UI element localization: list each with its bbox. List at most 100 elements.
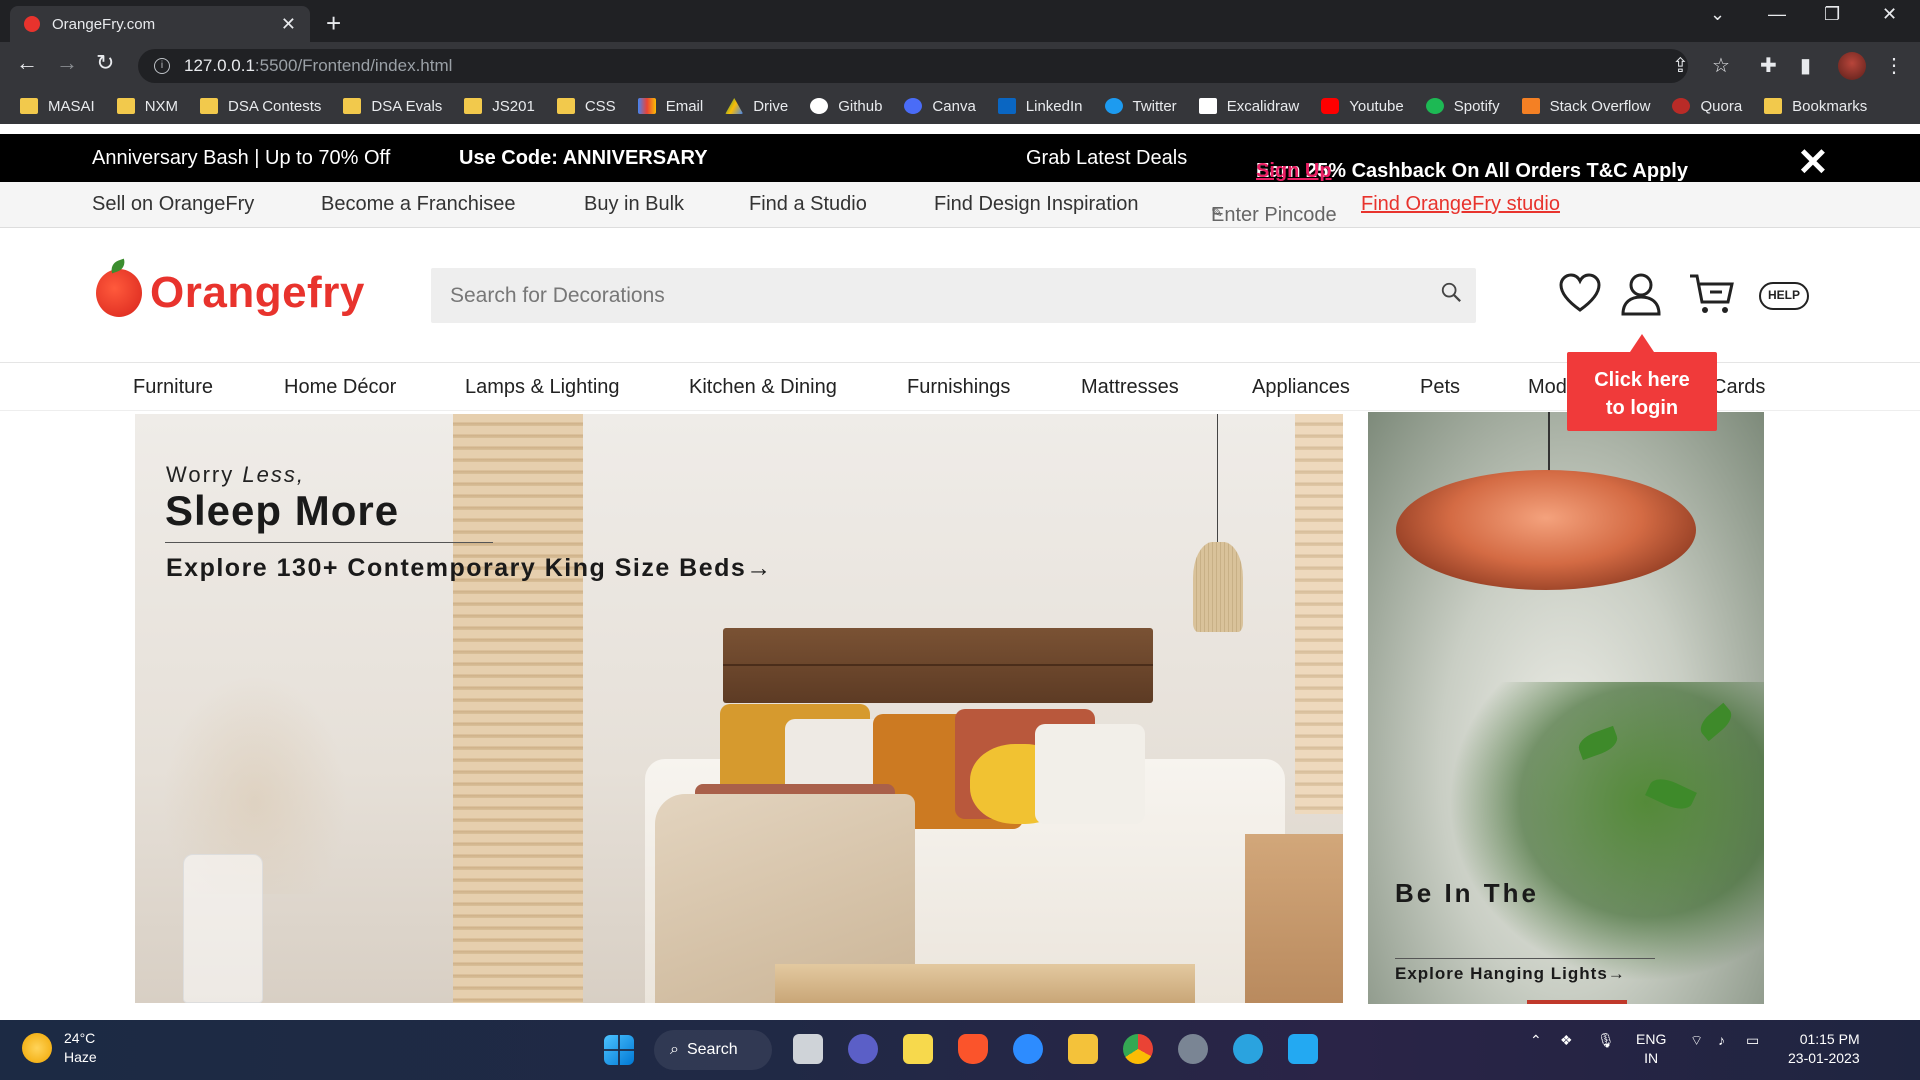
- bookmark-spotify[interactable]: Spotify: [1425, 98, 1500, 115]
- promo-strip: Anniversary Bash | Up to 70% Off Use Cod…: [0, 134, 1920, 185]
- task-view-icon[interactable]: [793, 1034, 823, 1064]
- tagline-italic: Less,: [242, 462, 305, 487]
- bookmark-label: Email: [665, 97, 704, 115]
- weather-widget[interactable]: 24°C Haze: [22, 1029, 97, 1067]
- volume-icon[interactable]: ♪: [1718, 1032, 1725, 1048]
- bookmark-dsa-contests[interactable]: DSA Contests: [200, 98, 321, 115]
- profile-avatar[interactable]: [1838, 52, 1866, 80]
- restore-icon[interactable]: ❐: [1824, 4, 1840, 25]
- account-user-icon[interactable]: [1620, 272, 1662, 316]
- bookmark-canva[interactable]: Canva: [904, 98, 976, 115]
- bookmark-stack-overflow[interactable]: Stack Overflow: [1521, 98, 1650, 115]
- battery-icon[interactable]: ▭: [1746, 1032, 1759, 1049]
- brand-logo[interactable]: Orangefry: [96, 268, 365, 318]
- bookmark-email[interactable]: Email: [637, 97, 704, 115]
- forward-icon[interactable]: →: [56, 50, 78, 76]
- site-info-icon[interactable]: i: [154, 58, 170, 74]
- file-explorer-icon[interactable]: [1068, 1034, 1098, 1064]
- vscode-icon[interactable]: [1288, 1034, 1318, 1064]
- bookmark-excalidraw[interactable]: Excalidraw: [1198, 98, 1299, 115]
- sticky-notes-icon[interactable]: [903, 1034, 933, 1064]
- zoom-icon[interactable]: [1013, 1034, 1043, 1064]
- dropbox-icon[interactable]: ❖: [1560, 1032, 1573, 1049]
- category-lamps-lighting[interactable]: Lamps & Lighting: [465, 376, 620, 399]
- minimize-icon[interactable]: —: [1768, 4, 1786, 25]
- carousel-indicator: [1527, 1000, 1627, 1004]
- bookmark-dsa-evals[interactable]: DSA Evals: [343, 98, 442, 115]
- category-mod[interactable]: Mod: [1528, 376, 1567, 399]
- sell-link[interactable]: Sell on OrangeFry: [92, 193, 254, 216]
- new-tab-icon[interactable]: +: [326, 8, 341, 39]
- bookmark-bookmarks[interactable]: Bookmarks: [1764, 98, 1867, 115]
- clock-date: 23-01-2023: [1788, 1050, 1860, 1066]
- reload-icon[interactable]: ↻: [96, 50, 114, 76]
- promo-grab-deals[interactable]: Grab Latest Deals: [1026, 147, 1187, 170]
- category-home-decor[interactable]: Home Décor: [284, 376, 396, 399]
- bookmark-nxm[interactable]: NXM: [116, 98, 178, 115]
- taskbar-search-button[interactable]: ⌕ Search: [654, 1030, 772, 1070]
- back-icon[interactable]: ←: [16, 50, 38, 76]
- login-tooltip[interactable]: Click here to login: [1567, 334, 1717, 431]
- franchise-link[interactable]: Become a Franchisee: [321, 193, 516, 216]
- bookmark-js201[interactable]: JS201: [464, 98, 535, 115]
- category-mattresses[interactable]: Mattresses: [1081, 376, 1179, 399]
- find-studio-link[interactable]: Find a Studio: [749, 193, 867, 216]
- close-window-icon[interactable]: ✕: [1882, 4, 1897, 25]
- close-tab-icon[interactable]: ✕: [281, 14, 296, 35]
- windows-start-icon[interactable]: [604, 1035, 634, 1065]
- share-icon[interactable]: ⇪: [1672, 53, 1689, 78]
- bookmark-star-icon[interactable]: ☆: [1712, 53, 1730, 78]
- tray-overflow-icon[interactable]: ⌃: [1530, 1032, 1542, 1049]
- inspiration-link[interactable]: Find Design Inspiration: [934, 193, 1139, 216]
- bookmark-github[interactable]: Github: [810, 98, 882, 115]
- category-pets[interactable]: Pets: [1420, 376, 1460, 399]
- bulk-link[interactable]: Buy in Bulk: [584, 193, 684, 216]
- hanging-lights-banner[interactable]: Be In The Explore Hanging Lights→: [1368, 412, 1764, 1004]
- close-promo-icon[interactable]: ✕: [1797, 140, 1829, 185]
- language-indicator[interactable]: ENG IN: [1636, 1030, 1666, 1068]
- tab-search-icon[interactable]: ⌄: [1710, 4, 1725, 25]
- address-bar[interactable]: i 127.0.0.1:5500/Frontend/index.html: [138, 49, 1688, 83]
- cart-icon[interactable]: [1688, 272, 1736, 316]
- microphone-icon[interactable]: 🎙: [1597, 1032, 1615, 1049]
- bookmark-quora[interactable]: Quora: [1672, 98, 1742, 115]
- telegram-icon[interactable]: [1233, 1034, 1263, 1064]
- search-input[interactable]: [450, 283, 1410, 308]
- bookmark-masai[interactable]: MASAI: [20, 98, 95, 115]
- browser-tab[interactable]: OrangeFry.com ✕: [10, 6, 310, 42]
- glass-vase-image: [183, 854, 263, 1003]
- headboard-image: [723, 628, 1153, 703]
- side-panel-icon[interactable]: ▮: [1800, 53, 1811, 78]
- category-appliances[interactable]: Appliances: [1252, 376, 1350, 399]
- wishlist-heart-icon[interactable]: [1558, 272, 1602, 314]
- system-clock[interactable]: 01:15 PM 23-01-2023: [1788, 1030, 1860, 1068]
- bookmark-linkedin[interactable]: LinkedIn: [997, 98, 1083, 115]
- brave-browser-icon[interactable]: [958, 1034, 988, 1064]
- category-cards[interactable]: Cards: [1712, 376, 1765, 399]
- signup-link[interactable]: Sign Up: [1256, 160, 1332, 183]
- category-kitchen-dining[interactable]: Kitchen & Dining: [689, 376, 837, 399]
- settings-icon[interactable]: [1178, 1034, 1208, 1064]
- hero-banner-beds[interactable]: Worry Less, Sleep More Explore 130+ Cont…: [135, 414, 1343, 1003]
- teams-chat-icon[interactable]: [848, 1034, 878, 1064]
- explore-hanging-lights-link[interactable]: Explore Hanging Lights→: [1395, 964, 1626, 984]
- bookmark-css[interactable]: CSS: [556, 98, 616, 115]
- explore-beds-link[interactable]: Explore 130+ Contemporary King Size Beds…: [166, 554, 773, 583]
- extensions-icon[interactable]: ✚: [1760, 53, 1777, 78]
- bench-image: [775, 964, 1195, 1003]
- edit-pencil-icon: ✎: [1211, 204, 1223, 220]
- menu-icon[interactable]: ⋮: [1884, 53, 1904, 78]
- bookmarks-bar: MASAI NXM DSA Contests DSA Evals JS201 C…: [0, 88, 1920, 124]
- bookmark-drive[interactable]: Drive: [725, 98, 788, 115]
- twitter-icon: [1104, 98, 1123, 114]
- wifi-icon[interactable]: ⌔: [1690, 1032, 1703, 1050]
- chrome-icon[interactable]: [1123, 1034, 1153, 1064]
- bookmark-twitter[interactable]: Twitter: [1104, 98, 1177, 115]
- category-furnishings[interactable]: Furnishings: [907, 376, 1010, 399]
- help-button[interactable]: HELP: [1759, 282, 1809, 310]
- orangefry-studio-link[interactable]: Find OrangeFry studio: [1361, 193, 1560, 216]
- category-furniture[interactable]: Furniture: [133, 376, 213, 399]
- bookmark-youtube[interactable]: Youtube: [1321, 98, 1404, 115]
- search-icon[interactable]: [1440, 281, 1462, 303]
- weather-temp: 24°C: [64, 1030, 96, 1046]
